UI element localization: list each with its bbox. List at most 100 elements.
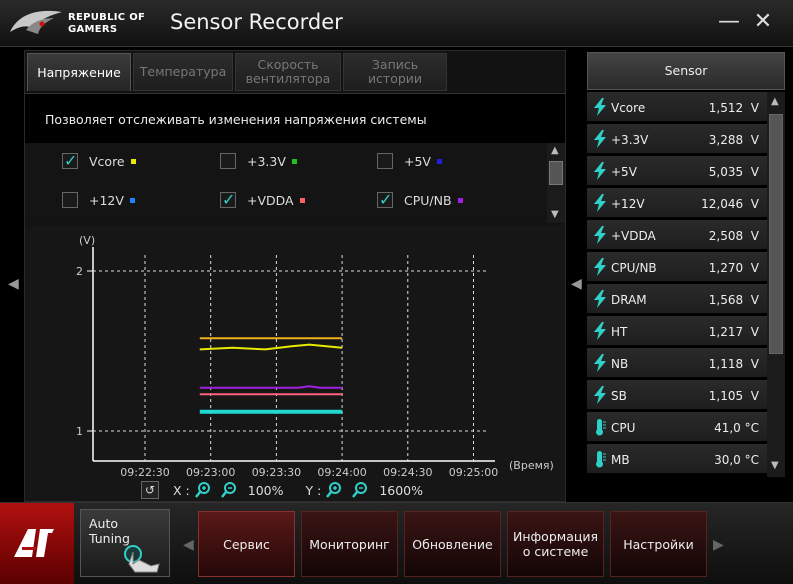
lightning-icon (594, 162, 606, 180)
sensor-value: 30,0 °C (714, 453, 759, 467)
sensor-name: +12V (611, 197, 645, 211)
color-swatch (457, 197, 463, 203)
sensor-name: MB (611, 453, 630, 467)
brand-text: REPUBLIC OF GAMERS (68, 12, 145, 36)
sensor-value: 1,270 V (708, 261, 759, 275)
nav-service[interactable]: Сервис (198, 511, 295, 577)
nav-monitoring[interactable]: Мониторинг (301, 511, 398, 577)
checkbox-box[interactable] (62, 151, 78, 170)
color-swatch (129, 197, 135, 203)
scroll-down-icon[interactable]: ▼ (551, 209, 559, 220)
color-swatch (291, 158, 297, 164)
tab-voltage[interactable]: Напряжение (27, 53, 131, 91)
sensor-value: 12,046 V (701, 197, 759, 211)
checkbox-label: +12V (89, 192, 124, 208)
color-swatch (299, 197, 305, 203)
voltage-panel: Напряжение Температура Скорость вентилят… (24, 50, 566, 502)
x-tick-label: 09:24:30 (383, 466, 432, 479)
brand-line-1: REPUBLIC OF (68, 12, 146, 23)
zoom-x-label: X : (173, 482, 190, 498)
nav-next-icon[interactable]: ▶ (713, 537, 724, 553)
checkbox-box[interactable] (62, 192, 78, 208)
nav-update[interactable]: Обновление (404, 511, 501, 577)
sensor-name: CPU (611, 421, 636, 435)
close-button[interactable]: ✕ (750, 10, 776, 36)
checkbox-5v[interactable]: +5V (377, 153, 442, 169)
lightning-icon (594, 322, 606, 340)
sensor-list: Vcore 1,512 V +3.3V 3,288 V +5V 5,035 V +12V 12… (587, 92, 767, 477)
checkbox-box[interactable] (377, 153, 393, 169)
sensor-value: 2,508 V (708, 229, 759, 243)
left-collapse-icon[interactable]: ◀ (8, 276, 19, 292)
series-line (199, 385, 343, 389)
zoom-in-icon[interactable] (194, 481, 212, 499)
zoom-bar: ↺ X : 100% Y : 1600% (141, 481, 423, 499)
lightning-icon (594, 290, 606, 308)
tab-history[interactable]: Запись истории (343, 53, 447, 91)
checkbox-3v3[interactable]: +3.3V (220, 153, 297, 169)
title-bar: REPUBLIC OF GAMERS Sensor Recorder — ✕ (0, 0, 793, 47)
panel-collapse-icon[interactable]: ◀ (571, 276, 582, 292)
color-swatch (130, 158, 136, 164)
checkbox-box[interactable] (220, 153, 236, 169)
x-tick-label: 09:23:30 (252, 466, 301, 479)
checkbox-box[interactable] (377, 190, 393, 209)
zoom-out-icon[interactable] (351, 481, 369, 499)
sensor-value: 3,288 V (708, 133, 759, 147)
description-text: Позволяет отслеживать изменения напряжен… (45, 112, 427, 127)
auto-tuning-label: Auto Tuning (89, 516, 130, 546)
rog-logo (10, 10, 62, 34)
reset-zoom-button[interactable]: ↺ (141, 481, 159, 499)
lightning-icon (594, 98, 606, 116)
checkbox-vdda[interactable]: +VDDA (220, 190, 305, 209)
sensor-row: NB 1,118 V (587, 348, 767, 378)
x-tick-label: 09:25:00 (449, 466, 498, 479)
checkbox-vcore[interactable]: Vcore (62, 151, 136, 170)
auto-tuning-button[interactable]: Auto Tuning (80, 509, 170, 577)
sensor-row: +5V 5,035 V (587, 156, 767, 186)
sensor-row: CPU 41,0 °C (587, 412, 767, 442)
thermometer-icon (596, 451, 606, 468)
ai-logo-icon (14, 529, 54, 557)
sensor-scrollbar[interactable]: ▲ ▼ (767, 92, 785, 477)
ai-suite-logo[interactable] (0, 503, 74, 584)
sensor-value: 1,217 V (708, 325, 759, 339)
nav-settings[interactable]: Настройки (610, 511, 707, 577)
zoom-out-icon[interactable] (220, 481, 238, 499)
zoom-in-icon[interactable] (325, 481, 343, 499)
tab-temperature[interactable]: Температура (133, 53, 233, 91)
lightning-icon (594, 258, 606, 276)
chart-area: 2 1 09:22:30 09:23:00 09:23:30 09:24:00 09:24:… (25, 225, 565, 501)
scroll-thumb[interactable] (769, 114, 783, 354)
minimize-button[interactable]: — (716, 10, 742, 36)
sensor-value: 1,512 V (708, 101, 759, 115)
checkbox-box[interactable] (220, 190, 236, 209)
description-bar: Позволяет отслеживать изменения напряжен… (25, 93, 565, 143)
series-line (199, 343, 343, 351)
sensor-name: SB (611, 389, 627, 403)
sensor-row: HT 1,217 V (587, 316, 767, 346)
sensor-header: Sensor (587, 52, 785, 90)
touch-hand-icon (124, 545, 160, 573)
nav-system-info[interactable]: Информация о системе (507, 511, 604, 577)
scroll-down-icon[interactable]: ▼ (771, 460, 779, 471)
lightning-icon (594, 226, 606, 244)
lightning-icon (594, 130, 606, 148)
tab-fan-speed[interactable]: Скорость вентилятора (235, 53, 341, 91)
checkbox-scrollbar[interactable]: ▲ ▼ (547, 143, 565, 223)
sensor-row: SB 1,105 V (587, 380, 767, 410)
series-checkboxes: Vcore +3.3V +5V +12V +VDDA CPU/NB (25, 143, 547, 223)
sensor-name: +3.3V (611, 133, 649, 147)
sensor-value: 1,568 V (708, 293, 759, 307)
nav-prev-icon[interactable]: ◀ (183, 537, 194, 553)
checkbox-cpu-nb[interactable]: CPU/NB (377, 190, 463, 209)
y-tick-label: 2 (76, 265, 83, 278)
scroll-up-icon[interactable]: ▲ (771, 96, 779, 107)
x-tick-label: 09:23:00 (186, 466, 235, 479)
scroll-thumb[interactable] (549, 161, 563, 185)
scroll-up-icon[interactable]: ▲ (551, 145, 559, 156)
voltage-chart: 2 1 09:22:30 09:23:00 09:23:30 09:24:00 09:24:… (76, 234, 554, 479)
checkbox-12v[interactable]: +12V (62, 192, 135, 208)
sensor-value: 1,118 V (708, 357, 759, 371)
sensor-name: HT (611, 325, 628, 339)
